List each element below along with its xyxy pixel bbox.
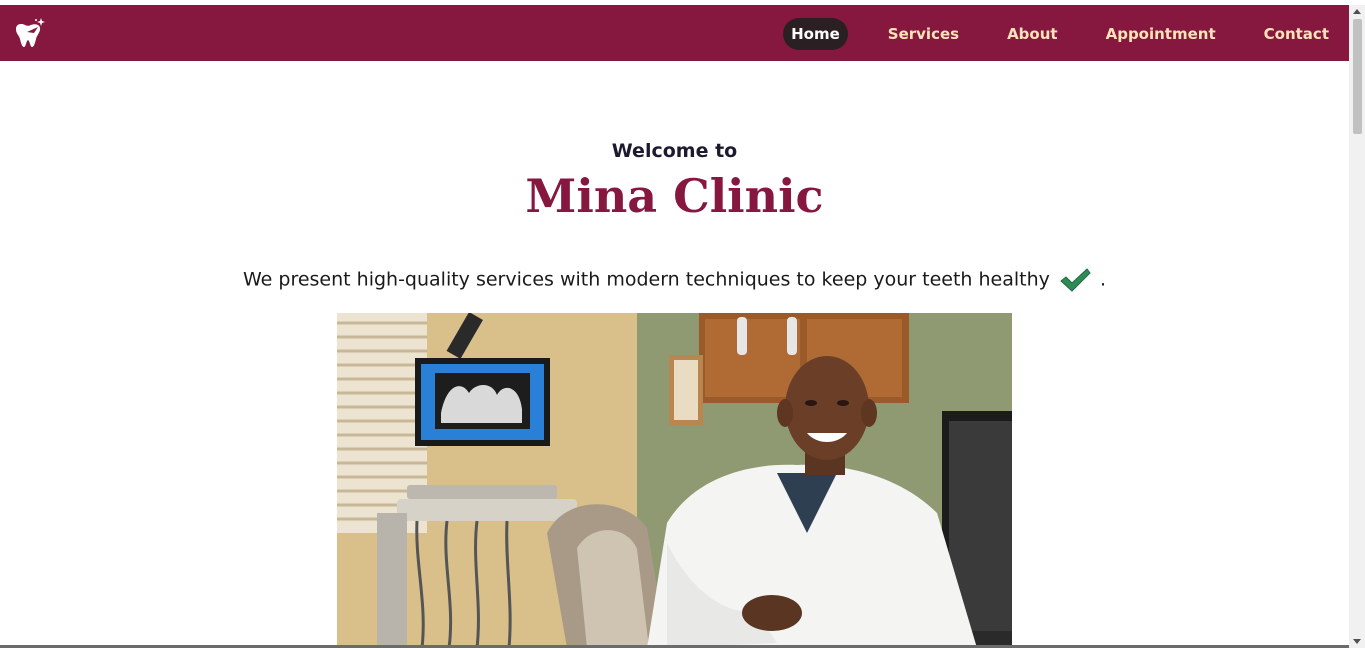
nav-appointment[interactable]: Appointment <box>1098 18 1224 50</box>
tagline-end: . <box>1099 268 1107 291</box>
nav-services[interactable]: Services <box>880 18 967 50</box>
tagline: We present high-quality services with mo… <box>0 267 1349 293</box>
welcome-text: Welcome to <box>611 140 738 162</box>
page-scrollbar[interactable] <box>1349 5 1365 648</box>
tagline-text: We present high-quality services with mo… <box>242 268 1050 291</box>
scroll-down-icon[interactable] <box>1353 639 1361 644</box>
tooth-sparkle-icon[interactable] <box>10 15 46 51</box>
scroll-thumb[interactable] <box>1353 19 1362 134</box>
nav-about[interactable]: About <box>999 18 1066 50</box>
navbar: Home Services About Appointment Contact <box>0 5 1349 61</box>
nav-home[interactable]: Home <box>783 18 848 50</box>
hero-section: Welcome to Mina Clinic We present high-q… <box>0 61 1349 648</box>
nav-links: Home Services About Appointment Contact <box>783 18 1337 50</box>
clinic-name: Mina Clinic <box>525 169 824 223</box>
nav-contact[interactable]: Contact <box>1256 18 1337 50</box>
scroll-up-icon[interactable] <box>1353 9 1361 14</box>
dentist-photo <box>337 313 1012 648</box>
check-mark-icon <box>1060 268 1091 292</box>
